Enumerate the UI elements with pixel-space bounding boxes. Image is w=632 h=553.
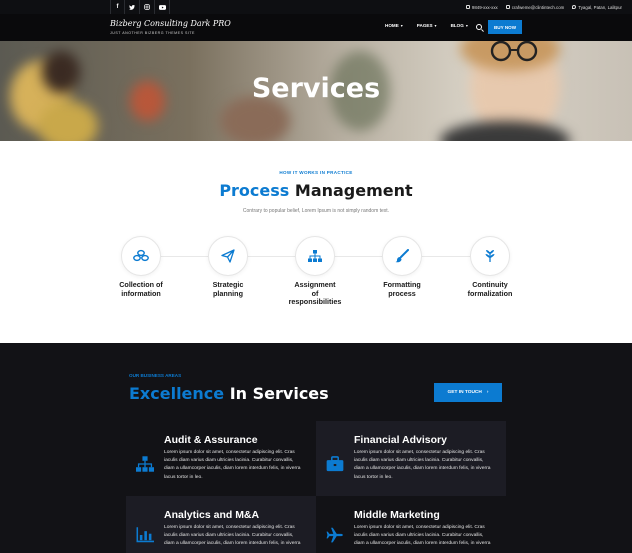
chevron-down-icon: ▾ bbox=[400, 23, 403, 28]
step-circle bbox=[295, 236, 335, 276]
briefcase-icon bbox=[326, 456, 344, 472]
facebook-icon[interactable]: f bbox=[110, 0, 125, 14]
step-circle bbox=[208, 236, 248, 276]
service-card[interactable]: Financial Advisory Lorem ipsum dolor sit… bbox=[316, 421, 506, 496]
social-links: f bbox=[110, 0, 170, 14]
get-in-touch-label: GET IN TOUCH bbox=[447, 390, 482, 395]
page-title: Services bbox=[251, 73, 381, 104]
service-card[interactable]: Middle Marketing Lorem ipsum dolor sit a… bbox=[316, 496, 506, 553]
step-label: Collection of information bbox=[119, 280, 163, 298]
service-card[interactable]: Analytics and M&A Lorem ipsum dolor sit … bbox=[126, 496, 316, 553]
contact-info: 9849-xxx-xxx crafweme@clintintech.com Ty… bbox=[458, 0, 622, 14]
sitemap-icon bbox=[136, 456, 154, 472]
twitter-icon[interactable] bbox=[125, 0, 140, 14]
process-eyebrow: HOW IT WORKS IN PRACTICE bbox=[279, 170, 353, 175]
service-description: Lorem ipsum dolor sit amet, consectetur … bbox=[164, 450, 301, 480]
process-subtitle: Contrary to popular belief, Lorem Ipsum … bbox=[242, 208, 390, 214]
service-card[interactable]: Audit & Assurance Lorem ipsum dolor sit … bbox=[126, 421, 316, 496]
search-icon[interactable] bbox=[476, 24, 482, 30]
service-description: Lorem ipsum dolor sit amet, consectetur … bbox=[354, 450, 491, 480]
process-step: Assignment of responsibilities bbox=[265, 236, 365, 307]
phone-icon bbox=[465, 5, 470, 9]
nav-item-blog[interactable]: BLOG ▾ bbox=[451, 23, 468, 28]
email-contact[interactable]: crafweme@clintintech.com bbox=[505, 4, 565, 10]
service-title: Middle Marketing bbox=[354, 509, 440, 521]
nav-item-pages[interactable]: PAGES ▾ bbox=[417, 23, 437, 28]
nav-item-label: PAGES bbox=[416, 23, 433, 28]
step-circle bbox=[121, 236, 161, 276]
step-label: Continuity formalization bbox=[467, 280, 513, 298]
phone-contact[interactable]: 9849-xxx-xxx bbox=[465, 4, 498, 10]
business-eyebrow: OUR BUSINESS AREAS bbox=[129, 373, 182, 378]
business-title-rest: In Services bbox=[229, 384, 329, 403]
hero-banner: Services bbox=[0, 41, 632, 141]
youtube-icon[interactable] bbox=[155, 0, 170, 14]
coins-icon bbox=[133, 249, 149, 262]
plane-icon bbox=[326, 527, 343, 543]
email-text: crafweme@clintintech.com bbox=[511, 4, 565, 10]
nav-item-label: HOME bbox=[385, 23, 399, 28]
glasses bbox=[490, 41, 538, 62]
process-title-accent: Process bbox=[219, 181, 290, 200]
process-title-rest: Management bbox=[294, 181, 413, 200]
buy-now-button[interactable]: BUY NOW bbox=[488, 20, 522, 34]
process-title: Process Management bbox=[0, 181, 632, 200]
phone-text: 9849-xxx-xxx bbox=[471, 4, 498, 10]
sitemap-icon bbox=[308, 250, 322, 262]
site-tagline: JUST ANOTHER BIZBERG THEMES SITE bbox=[110, 31, 195, 35]
service-description: Lorem ipsum dolor sit amet, consectetur … bbox=[354, 525, 491, 547]
service-title: Financial Advisory bbox=[354, 434, 447, 446]
nav-item-label: BLOG bbox=[450, 23, 464, 28]
paper-plane-icon bbox=[221, 249, 235, 263]
main-nav: HOME ▾ PAGES ▾ BLOG ▾ bbox=[385, 23, 482, 28]
site-logo[interactable]: Bizberg Consulting Dark PRO bbox=[110, 19, 231, 28]
step-label: Formatting process bbox=[383, 280, 421, 298]
leaf-icon bbox=[485, 250, 495, 262]
mail-icon bbox=[505, 5, 510, 9]
top-bar: f 9849-xxx-xxx crafweme@clintintech.com … bbox=[0, 0, 632, 14]
step-label: Assignment of responsibilities bbox=[288, 280, 342, 307]
step-circle bbox=[470, 236, 510, 276]
get-in-touch-button[interactable]: GET IN TOUCH › bbox=[434, 383, 502, 402]
address-text: Tyagal, Patan, Lalitpur bbox=[578, 4, 622, 10]
process-step: Strategic planning bbox=[178, 236, 278, 298]
step-label: Strategic planning bbox=[212, 280, 244, 298]
site-header: Bizberg Consulting Dark PRO JUST ANOTHER… bbox=[0, 14, 632, 41]
process-step: Collection of information bbox=[91, 236, 191, 298]
service-title: Audit & Assurance bbox=[164, 434, 258, 446]
chevron-down-icon: ▾ bbox=[465, 23, 468, 28]
chevron-down-icon: ▾ bbox=[434, 23, 437, 28]
brush-icon bbox=[395, 249, 409, 263]
instagram-icon[interactable] bbox=[140, 0, 155, 14]
nav-item-home[interactable]: HOME ▾ bbox=[385, 23, 403, 28]
chart-icon bbox=[136, 527, 154, 543]
business-title-accent: Excellence bbox=[129, 384, 225, 403]
chevron-right-icon: › bbox=[486, 390, 489, 395]
business-title: Excellence In Services bbox=[129, 384, 329, 403]
step-circle bbox=[382, 236, 422, 276]
process-step: Continuity formalization bbox=[440, 236, 540, 298]
address-contact: Tyagal, Patan, Lalitpur bbox=[572, 5, 622, 10]
service-description: Lorem ipsum dolor sit amet, consectetur … bbox=[164, 525, 301, 547]
location-pin-icon bbox=[572, 5, 577, 9]
process-step: Formatting process bbox=[352, 236, 452, 298]
service-title: Analytics and M&A bbox=[164, 509, 260, 521]
